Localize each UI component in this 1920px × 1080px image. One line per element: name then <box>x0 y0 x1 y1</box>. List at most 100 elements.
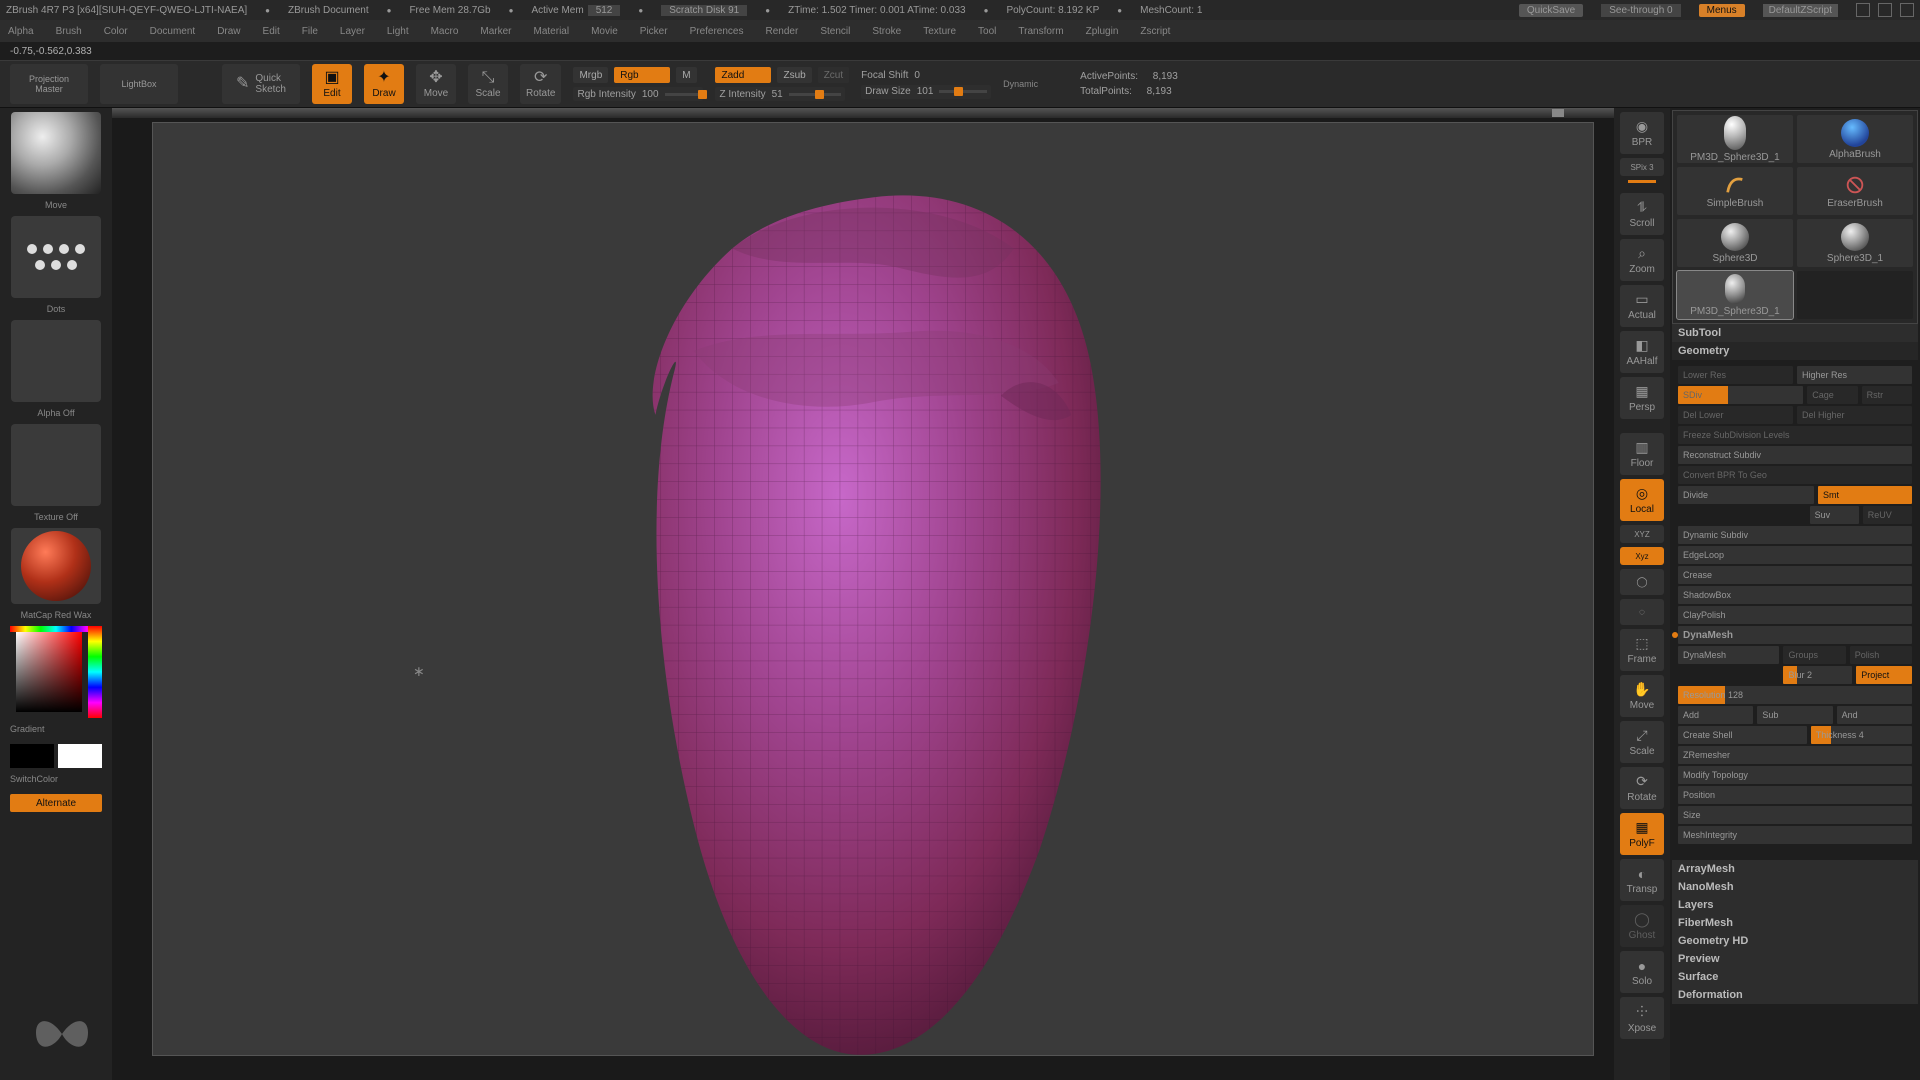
preview-header[interactable]: Preview <box>1672 950 1918 968</box>
dynamesh-header[interactable]: DynaMesh <box>1678 626 1912 644</box>
suv-button[interactable]: Suv <box>1810 506 1859 524</box>
del-lower-button[interactable]: Del Lower <box>1678 406 1793 424</box>
scale-button[interactable]: ⤡Scale <box>468 64 508 104</box>
minimize-icon[interactable] <box>1856 3 1870 17</box>
menu-render[interactable]: Render <box>766 26 799 37</box>
actual-button[interactable]: ▭Actual <box>1620 285 1664 327</box>
lower-res-button[interactable]: Lower Res <box>1678 366 1793 384</box>
menu-zscript[interactable]: Zscript <box>1140 26 1170 37</box>
stroke-preview[interactable] <box>11 216 101 298</box>
frame-button[interactable]: ⬚Frame <box>1620 629 1664 671</box>
active-mem-slider[interactable]: 512 <box>588 5 621 16</box>
menu-tool[interactable]: Tool <box>978 26 996 37</box>
seethrough-slider[interactable]: See-through 0 <box>1601 4 1680 17</box>
rstr-button[interactable]: Rstr <box>1862 386 1912 404</box>
alternate-button[interactable]: Alternate <box>10 794 102 812</box>
layers-header[interactable]: Layers <box>1672 896 1918 914</box>
scratch-disk[interactable]: Scratch Disk 91 <box>661 5 747 16</box>
nanomesh-header[interactable]: NanoMesh <box>1672 878 1918 896</box>
reuv-button[interactable]: ReUV <box>1863 506 1912 524</box>
convert-bpr-button[interactable]: Convert BPR To Geo <box>1678 466 1912 484</box>
create-shell-button[interactable]: Create Shell <box>1678 726 1807 744</box>
ghost-button[interactable]: ◯Ghost <box>1620 905 1664 947</box>
move-button[interactable]: ✥Move <box>416 64 456 104</box>
menu-color[interactable]: Color <box>104 26 128 37</box>
brush-preview[interactable] <box>11 112 101 194</box>
tool-cell-empty[interactable] <box>1797 271 1913 319</box>
lsym-button[interactable]: XYZ <box>1620 525 1664 543</box>
menu-material[interactable]: Material <box>534 26 570 37</box>
edit-button[interactable]: ▣Edit <box>312 64 352 104</box>
m-button[interactable]: M <box>676 67 696 83</box>
lightbox-button[interactable]: LightBox <box>100 64 178 104</box>
floor-button[interactable]: ▥Floor <box>1620 433 1664 475</box>
local-button[interactable]: ◎Local <box>1620 479 1664 521</box>
projection-master-button[interactable]: Projection Master <box>10 64 88 104</box>
zadd-button[interactable]: Zadd <box>715 67 771 83</box>
viewport[interactable]: ∗ <box>152 122 1594 1056</box>
menu-zplugin[interactable]: Zplugin <box>1086 26 1119 37</box>
polyf-button[interactable]: ▦PolyF <box>1620 813 1664 855</box>
tool-cell-6[interactable]: Sphere3D_1 <box>1797 219 1913 267</box>
canvas-top-bar[interactable] <box>112 108 1614 118</box>
tool-cell-2[interactable]: AlphaBrush <box>1797 115 1913 163</box>
resolution-slider[interactable]: Resolution 128 <box>1678 686 1912 704</box>
spix-button[interactable]: SPix 3 <box>1620 158 1664 176</box>
draw-button[interactable]: ✦Draw <box>364 64 404 104</box>
smt-button[interactable]: Smt <box>1818 486 1912 504</box>
mesh-integrity-header[interactable]: MeshIntegrity <box>1678 826 1912 844</box>
menu-draw[interactable]: Draw <box>217 26 240 37</box>
size-header[interactable]: Size <box>1678 806 1912 824</box>
blur-slider[interactable]: Blur 2 <box>1783 666 1852 684</box>
zsub-button[interactable]: Zsub <box>777 67 811 83</box>
menu-marker[interactable]: Marker <box>480 26 511 37</box>
tool-cell-7[interactable]: PM3D_Sphere3D_1 <box>1677 271 1793 319</box>
sub-button[interactable]: Sub <box>1757 706 1832 724</box>
view-rotate-button[interactable]: ⟳Rotate <box>1620 767 1664 809</box>
add-button[interactable]: Add <box>1678 706 1753 724</box>
mrgb-button[interactable]: Mrgb <box>573 67 608 83</box>
aahalf-button[interactable]: ◧AAHalf <box>1620 331 1664 373</box>
shadowbox-header[interactable]: ShadowBox <box>1678 586 1912 604</box>
dynamic-label[interactable]: Dynamic <box>1003 79 1038 89</box>
view-move-button[interactable]: ✋Move <box>1620 675 1664 717</box>
menu-brush[interactable]: Brush <box>56 26 82 37</box>
project-button[interactable]: Project <box>1856 666 1912 684</box>
solo-button[interactable]: ●Solo <box>1620 951 1664 993</box>
xyz-button[interactable]: Xyz <box>1620 547 1664 565</box>
menu-macro[interactable]: Macro <box>431 26 459 37</box>
tool-cell-4[interactable]: EraserBrush <box>1797 167 1913 215</box>
geometry-hd-header[interactable]: Geometry HD <box>1672 932 1918 950</box>
gradient-swatches[interactable] <box>10 744 102 768</box>
gradient-label[interactable]: Gradient <box>10 724 45 734</box>
material-preview[interactable] <box>11 528 101 604</box>
menu-file[interactable]: File <box>302 26 318 37</box>
default-zscript[interactable]: DefaultZScript <box>1763 4 1838 17</box>
subtool-header[interactable]: SubTool <box>1672 324 1918 342</box>
scroll-button[interactable]: ⥮Scroll <box>1620 193 1664 235</box>
zcut-button[interactable]: Zcut <box>818 67 849 83</box>
thickness-slider[interactable]: Thickness 4 <box>1811 726 1912 744</box>
menu-texture[interactable]: Texture <box>923 26 956 37</box>
maximize-icon[interactable] <box>1878 3 1892 17</box>
zoom-button[interactable]: ⌕Zoom <box>1620 239 1664 281</box>
geometry-header[interactable]: Geometry <box>1672 342 1918 360</box>
center-button[interactable]: ◯ <box>1620 569 1664 595</box>
menu-document[interactable]: Document <box>150 26 196 37</box>
rotate-button[interactable]: ⟳Rotate <box>520 64 561 104</box>
menu-layer[interactable]: Layer <box>340 26 365 37</box>
quicksave-button[interactable]: QuickSave <box>1519 4 1583 17</box>
freeze-subdiv-button[interactable]: Freeze SubDivision Levels <box>1678 426 1912 444</box>
polish-button[interactable]: Polish <box>1850 646 1912 664</box>
menu-light[interactable]: Light <box>387 26 409 37</box>
dynamic-subdiv-header[interactable]: Dynamic Subdiv <box>1678 526 1912 544</box>
menu-edit[interactable]: Edit <box>263 26 280 37</box>
claypolish-header[interactable]: ClayPolish <box>1678 606 1912 624</box>
rgb-button[interactable]: Rgb <box>614 67 670 83</box>
rgb-intensity-slider[interactable]: Rgb Intensity 100 <box>573 87 703 101</box>
z-intensity-slider[interactable]: Z Intensity 51 <box>715 87 845 101</box>
position-header[interactable]: Position <box>1678 786 1912 804</box>
pick-button[interactable]: ◌ <box>1620 599 1664 625</box>
tool-cell-5[interactable]: Sphere3D <box>1677 219 1793 267</box>
transp-button[interactable]: ◐Transp <box>1620 859 1664 901</box>
